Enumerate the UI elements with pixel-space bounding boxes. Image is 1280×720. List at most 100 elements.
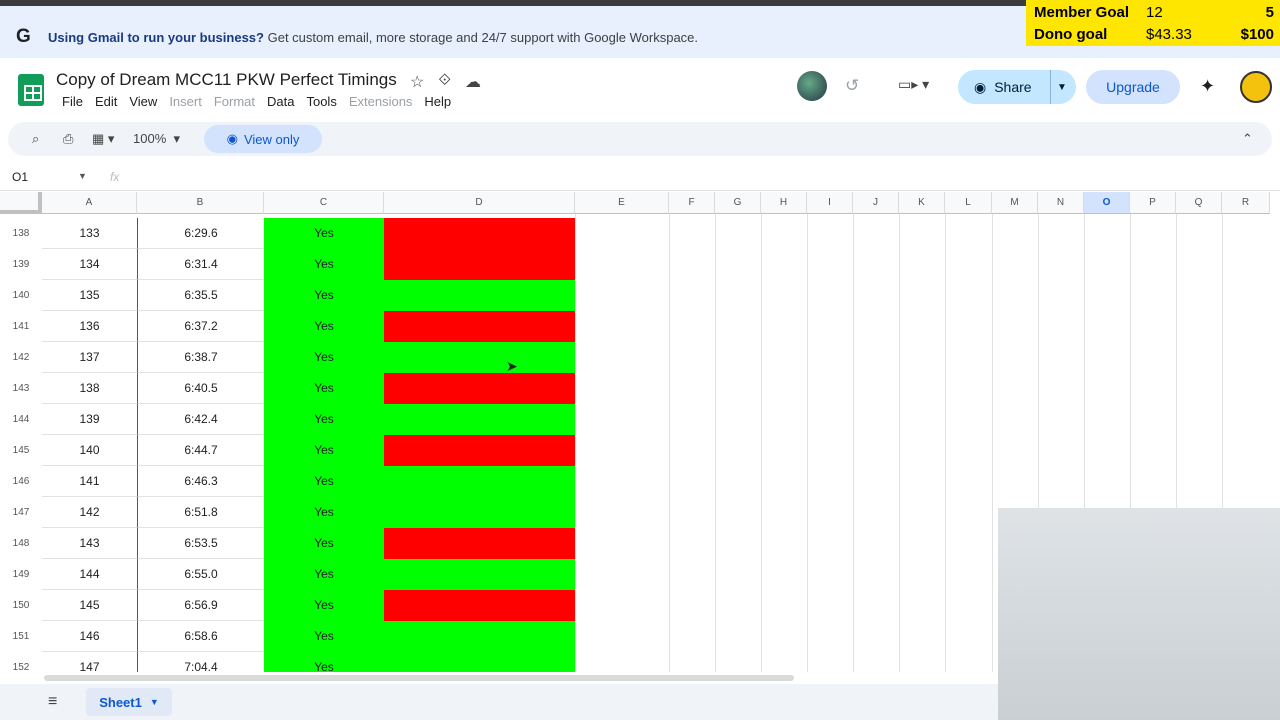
row-header[interactable]: 149 (0, 559, 42, 590)
cell-c[interactable]: Yes (264, 621, 384, 652)
cell-a[interactable]: 134 (42, 249, 137, 280)
row-header[interactable]: 147 (0, 497, 42, 528)
search-icon[interactable]: ⌕ (32, 131, 39, 147)
menu-extensions[interactable]: Extensions (343, 94, 419, 109)
cell-a[interactable]: 136 (42, 311, 137, 342)
row-header[interactable]: 139 (0, 249, 42, 280)
column-header-k[interactable]: K (899, 192, 945, 214)
menu-edit[interactable]: Edit (89, 94, 123, 109)
column-header-m[interactable]: M (992, 192, 1038, 214)
collaborator-avatar[interactable] (797, 71, 827, 101)
name-box[interactable]: O1 (12, 170, 28, 184)
cell-d[interactable] (384, 373, 575, 404)
cell-b[interactable]: 6:44.7 (137, 435, 264, 466)
menu-help[interactable]: Help (418, 94, 457, 109)
star-icon[interactable]: ☆ (410, 72, 424, 92)
cell-c[interactable]: Yes (264, 435, 384, 466)
cell-b[interactable]: 6:38.7 (137, 342, 264, 373)
row-header[interactable]: 144 (0, 404, 42, 435)
name-box-dropdown-icon[interactable]: ▼ (78, 171, 87, 181)
share-dropdown-icon[interactable]: ▼ (1050, 70, 1067, 104)
cell-a[interactable]: 138 (42, 373, 137, 404)
cell-a[interactable]: 146 (42, 621, 137, 652)
cell-d[interactable] (384, 435, 575, 466)
cell-a[interactable]: 139 (42, 404, 137, 435)
cell-a[interactable]: 145 (42, 590, 137, 621)
cell-d[interactable] (384, 497, 575, 528)
menu-insert[interactable]: Insert (163, 94, 208, 109)
cell-d[interactable] (384, 342, 575, 373)
cell-c[interactable]: Yes (264, 280, 384, 311)
select-all-corner[interactable] (0, 192, 42, 214)
format-display-icon[interactable]: ▦ ▾ (92, 131, 114, 147)
row-header[interactable]: 145 (0, 435, 42, 466)
all-sheets-icon[interactable]: ≡ (48, 693, 57, 711)
cell-b[interactable]: 6:55.0 (137, 559, 264, 590)
column-header-c[interactable]: C (264, 192, 384, 214)
horizontal-scroll-thumb[interactable] (44, 675, 794, 681)
cell-b[interactable]: 6:56.9 (137, 590, 264, 621)
cell-c[interactable]: Yes (264, 590, 384, 621)
cell-a[interactable]: 140 (42, 435, 137, 466)
row-header[interactable]: 151 (0, 621, 42, 652)
column-header-f[interactable]: F (669, 192, 715, 214)
cell-c[interactable]: Yes (264, 466, 384, 497)
share-button[interactable]: ◉ Share ▼ (958, 70, 1076, 104)
cell-d[interactable] (384, 249, 575, 280)
sheets-logo-icon[interactable] (18, 74, 44, 106)
cell-a[interactable]: 137 (42, 342, 137, 373)
row-header[interactable]: 146 (0, 466, 42, 497)
cell-c[interactable]: Yes (264, 404, 384, 435)
cell-c[interactable]: Yes (264, 342, 384, 373)
row-header[interactable]: 150 (0, 590, 42, 621)
print-icon[interactable]: ⎙ (63, 131, 73, 147)
cell-c[interactable]: Yes (264, 528, 384, 559)
column-header-e[interactable]: E (575, 192, 669, 214)
document-title[interactable]: Copy of Dream MCC11 PKW Perfect Timings (56, 70, 397, 90)
cell-c[interactable]: Yes (264, 311, 384, 342)
column-header-h[interactable]: H (761, 192, 807, 214)
cell-b[interactable]: 6:53.5 (137, 528, 264, 559)
column-header-d[interactable]: D (384, 192, 575, 214)
menu-format[interactable]: Format (208, 94, 261, 109)
cell-c[interactable]: Yes (264, 497, 384, 528)
column-header-i[interactable]: I (807, 192, 853, 214)
cell-b[interactable]: 6:29.6 (137, 218, 264, 249)
cell-d[interactable] (384, 528, 575, 559)
menu-data[interactable]: Data (261, 94, 300, 109)
cell-d[interactable] (384, 590, 575, 621)
row-header[interactable]: 143 (0, 373, 42, 404)
column-header-l[interactable]: L (945, 192, 992, 214)
move-to-drive-icon[interactable]: ⟐ (438, 72, 451, 92)
cell-b[interactable]: 6:51.8 (137, 497, 264, 528)
column-header-p[interactable]: P (1130, 192, 1176, 214)
column-header-q[interactable]: Q (1176, 192, 1222, 214)
column-header-n[interactable]: N (1038, 192, 1084, 214)
meet-icon[interactable]: ▭▸ ▾ (898, 76, 929, 93)
menu-tools[interactable]: Tools (300, 94, 342, 109)
cell-b[interactable]: 6:31.4 (137, 249, 264, 280)
menu-file[interactable]: File (56, 94, 89, 109)
cell-d[interactable] (384, 311, 575, 342)
cell-c[interactable]: Yes (264, 249, 384, 280)
cell-d[interactable] (384, 280, 575, 311)
zoom-select[interactable]: 100% ▾ (133, 131, 180, 147)
cell-d[interactable] (384, 404, 575, 435)
row-header[interactable]: 142 (0, 342, 42, 373)
account-avatar[interactable] (1240, 71, 1272, 103)
cell-b[interactable]: 6:42.4 (137, 404, 264, 435)
cell-b[interactable]: 6:46.3 (137, 466, 264, 497)
cell-b[interactable]: 6:35.5 (137, 280, 264, 311)
gemini-icon[interactable]: ✦ (1200, 76, 1215, 97)
cell-d[interactable] (384, 559, 575, 590)
cell-b[interactable]: 6:40.5 (137, 373, 264, 404)
cell-b[interactable]: 6:37.2 (137, 311, 264, 342)
row-header[interactable]: 141 (0, 311, 42, 342)
sheet-tab-dropdown-icon[interactable]: ▼ (150, 697, 159, 707)
cloud-status-icon[interactable]: ☁ (465, 72, 481, 92)
column-header-a[interactable]: A (42, 192, 137, 214)
version-history-icon[interactable]: ↺ (845, 76, 859, 96)
row-header[interactable]: 138 (0, 218, 42, 249)
cell-a[interactable]: 141 (42, 466, 137, 497)
sheet-tab[interactable]: Sheet1 ▼ (86, 688, 172, 716)
